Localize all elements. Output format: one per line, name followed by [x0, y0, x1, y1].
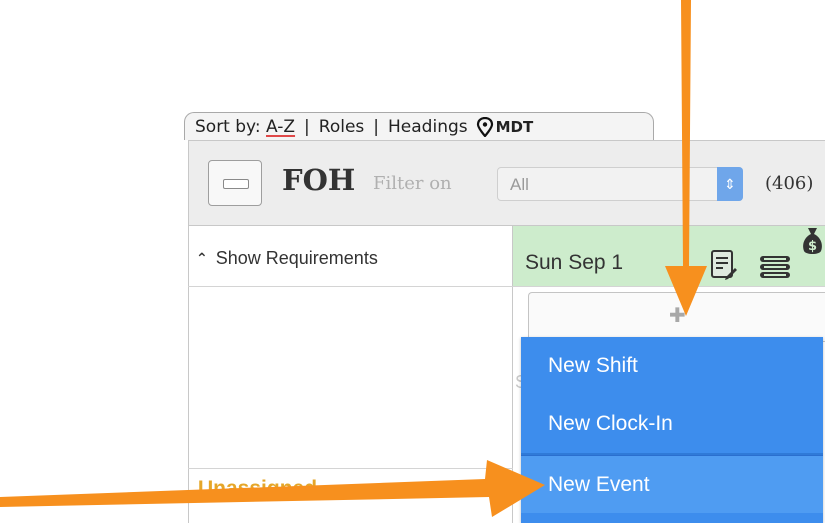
notes-document-icon[interactable] — [710, 249, 738, 281]
menu-item-new-clock-in[interactable]: New Clock-In — [521, 395, 823, 453]
sort-bar: Sort by: A-Z | Roles | Headings MDT — [184, 112, 654, 140]
day-header: Sun Sep 1 $ — [513, 226, 825, 286]
chevron-updown-icon[interactable]: ⇕ — [717, 167, 743, 201]
menu-item-new-event[interactable]: New Event — [521, 455, 823, 513]
phone-text: (406) — [765, 173, 814, 194]
add-menu: New Shift New Clock-In New Event — [521, 337, 823, 523]
money-bag-icon[interactable]: $ — [800, 226, 825, 256]
sort-separator: | — [373, 116, 380, 137]
day-label: Sun Sep 1 — [525, 251, 624, 274]
show-requirements-toggle[interactable]: ⌃ Show Requirements — [196, 248, 378, 269]
day-cell-add-area[interactable]: ✚ — [528, 292, 825, 342]
grid-border — [188, 226, 189, 523]
unassigned-label: Unassigned — [198, 477, 318, 500]
filter-selected-value: All — [510, 175, 529, 194]
plus-icon[interactable]: ✚ — [669, 303, 686, 328]
sort-separator: | — [304, 116, 310, 137]
grid-divider — [188, 286, 825, 287]
layers-stack-icon[interactable] — [757, 254, 793, 280]
row-divider — [188, 468, 513, 469]
sort-az-link[interactable]: A-Z — [266, 117, 295, 137]
sort-headings-link[interactable]: Headings — [388, 117, 468, 137]
show-requirements-label: Show Requirements — [215, 248, 378, 268]
menu-item-label: New Clock-In — [548, 412, 673, 435]
filter-label: Filter on — [373, 173, 452, 194]
double-chevron-up-icon: ⌃ — [196, 250, 208, 266]
menu-item-new-shift[interactable]: New Shift — [521, 337, 823, 395]
sort-label: Sort by: — [195, 116, 261, 137]
timezone-label[interactable]: MDT — [496, 118, 534, 136]
collapse-toggle-button[interactable] — [208, 160, 262, 206]
location-pin-icon — [476, 116, 493, 137]
svg-text:$: $ — [808, 239, 817, 254]
menu-item-label: New Shift — [548, 354, 638, 377]
group-header: FOH Filter on All ⇕ (406) — [188, 140, 825, 226]
sort-roles-link[interactable]: Roles — [319, 117, 365, 137]
menu-item-label: New Event — [548, 472, 650, 496]
group-title: FOH — [282, 163, 356, 197]
filter-select[interactable]: All ⇕ — [497, 167, 743, 201]
